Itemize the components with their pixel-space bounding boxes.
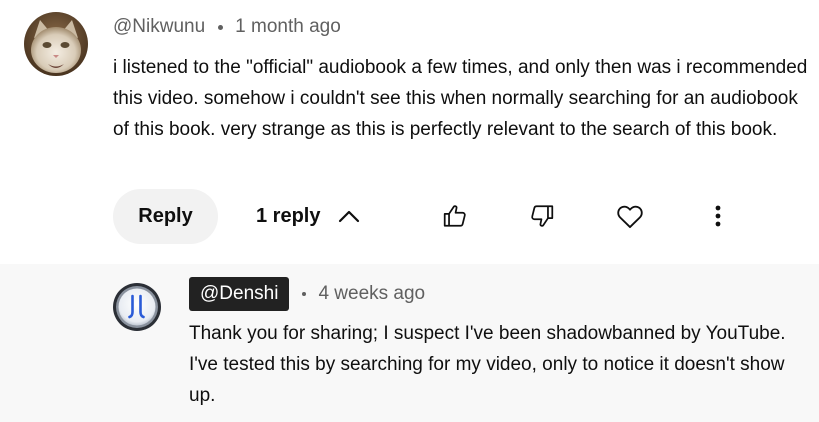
separator-dot bbox=[218, 24, 224, 30]
more-vert-icon bbox=[715, 205, 721, 227]
reply-timestamp[interactable]: 4 weeks ago bbox=[318, 283, 425, 305]
author-avatar[interactable] bbox=[24, 12, 88, 76]
comment-body: i listened to the "official" audiobook a… bbox=[113, 57, 808, 140]
heart-icon bbox=[617, 205, 643, 229]
thumbs-up-icon bbox=[443, 205, 466, 227]
cat-photo-avatar-icon bbox=[24, 12, 88, 76]
reply-comment: @Denshi 4 weeks ago Thank you for sharin… bbox=[0, 264, 819, 422]
heart-button[interactable] bbox=[610, 196, 650, 236]
replies-count: 1 reply bbox=[256, 204, 321, 227]
reply-header: @Denshi 4 weeks ago bbox=[189, 277, 425, 311]
comment-thread: @Nikwunu 1 month ago i listened to the "… bbox=[0, 0, 819, 262]
comment-author[interactable]: @Nikwunu bbox=[113, 16, 205, 38]
like-button[interactable] bbox=[435, 196, 475, 236]
dislike-button[interactable] bbox=[522, 196, 562, 236]
more-actions-button[interactable] bbox=[698, 196, 738, 236]
comment-timestamp[interactable]: 1 month ago bbox=[235, 16, 341, 38]
thumbs-down-icon bbox=[531, 205, 554, 227]
comment-header: @Nikwunu 1 month ago bbox=[113, 14, 341, 40]
chevron-up-icon bbox=[338, 209, 360, 223]
denshi-logo-avatar-icon bbox=[113, 283, 161, 331]
replies-toggle-button[interactable]: 1 reply bbox=[256, 196, 360, 236]
reply-button[interactable]: Reply bbox=[113, 189, 218, 244]
reply-body: Thank you for sharing; I suspect I've be… bbox=[189, 323, 786, 406]
reply-author-avatar[interactable] bbox=[112, 282, 162, 332]
reply-author-chip[interactable]: @Denshi bbox=[189, 277, 290, 311]
separator-dot bbox=[302, 292, 307, 296]
